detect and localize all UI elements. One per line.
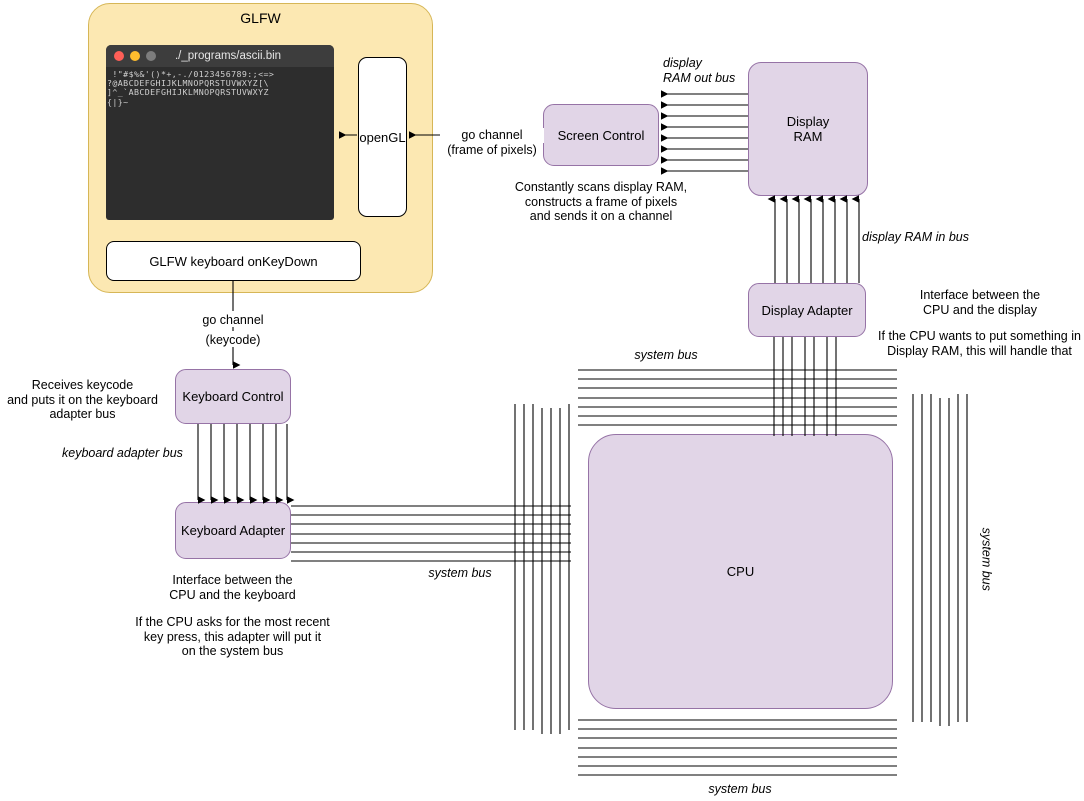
- go-channel-keycode-line2: (keycode): [180, 333, 286, 347]
- go-channel-keycode-line1: go channel: [180, 313, 286, 327]
- display-adapter-note-a: Interface between the CPU and the displa…: [880, 288, 1080, 317]
- display-adapter-note-b: If the CPU wants to put something in Dis…: [875, 329, 1084, 358]
- display-ram-out-bus-line1: display: [663, 56, 702, 70]
- glfw-keyboard-onkeydown-label: GLFW keyboard onKeyDown: [149, 253, 318, 269]
- screen-control-label: Screen Control: [557, 127, 645, 143]
- terminal-output-line: ?@ABCDEFGHIJKLMNOPQRSTUVWXYZ[\: [107, 79, 269, 89]
- keyboard-adapter-note-b-line3: on the system bus: [181, 644, 284, 658]
- maximize-dot[interactable]: [146, 51, 156, 61]
- system-bus-right-label: system bus: [979, 527, 994, 591]
- glfw-title: GLFW: [240, 10, 281, 26]
- minimize-dot[interactable]: [130, 51, 140, 61]
- display-ram-label-line2: RAM: [793, 129, 823, 144]
- display-ram-label-line1: Display: [786, 114, 830, 129]
- display-adapter-label: Display Adapter: [761, 302, 853, 318]
- keyboard-adapter-note-a-line2: CPU and the keyboard: [169, 587, 296, 602]
- keyboard-adapter-note-a: Interface between the CPU and the keyboa…: [145, 573, 320, 602]
- cpu-box: CPU: [588, 434, 893, 709]
- opengl-box: openGL: [358, 57, 407, 217]
- display-ram-label-wrap: Display RAM: [787, 114, 830, 144]
- display-ram-in-bus-label: display RAM in bus: [862, 230, 969, 244]
- display-adapter-note-a-line2: CPU and the display: [923, 302, 1037, 317]
- system-bus-left-label: system bus: [410, 566, 510, 581]
- keyboard-control-note: Receives keycode and puts it on the keyb…: [0, 378, 165, 422]
- display-ram-out-bus-label: display RAM out bus: [663, 56, 783, 85]
- keyboard-adapter-note-b-line2: key press, this adapter will put it: [143, 629, 322, 644]
- display-adapter-note-b-line1: If the CPU wants to put something in: [878, 329, 1081, 343]
- terminal-window[interactable]: ./_programs/ascii.bin !"#$%&'()*+,-./012…: [106, 45, 334, 220]
- keyboard-control-note-line2: and puts it on the keyboard: [7, 392, 158, 407]
- terminal-output-line: !"#$%&'()*+,-./0123456789:;<=>: [107, 70, 275, 79]
- display-ram-out-bus-line2: RAM out bus: [663, 70, 736, 85]
- display-adapter-note-b-line2: Display RAM, this will handle that: [887, 343, 1072, 358]
- opengl-label: openGL: [359, 129, 406, 145]
- keyboard-adapter-box: Keyboard Adapter: [175, 502, 291, 559]
- system-bus-top-label: system bus: [598, 348, 734, 363]
- screen-control-box: Screen Control: [543, 104, 659, 166]
- display-adapter-box: Display Adapter: [748, 283, 866, 337]
- keyboard-control-box: Keyboard Control: [175, 369, 291, 424]
- system-bus-bottom-label: system bus: [708, 782, 772, 796]
- keyboard-adapter-label: Keyboard Adapter: [180, 523, 286, 538]
- cpu-label: CPU: [726, 564, 755, 579]
- terminal-titlebar: ./_programs/ascii.bin: [106, 45, 334, 67]
- terminal-title: ./_programs/ascii.bin: [174, 50, 282, 62]
- keyboard-control-label: Keyboard Control: [182, 389, 284, 404]
- display-adapter-note-a-line1: Interface between the: [919, 288, 1041, 302]
- go-channel-pixels-label: go channel: [440, 128, 544, 143]
- screen-control-note-line2: constructs a frame of pixels: [524, 194, 678, 209]
- terminal-output-line: {|}~: [107, 97, 129, 107]
- screen-control-note: Constantly scans display RAM, constructs…: [481, 180, 721, 224]
- go-channel-pixels-sublabel: (frame of pixels): [434, 143, 550, 158]
- screen-control-note-line3: and sends it on a channel: [529, 209, 673, 223]
- glfw-keyboard-onkeydown-box: GLFW keyboard onKeyDown: [106, 241, 361, 281]
- keyboard-adapter-note-b: If the CPU asks for the most recent key …: [135, 615, 330, 659]
- go-channel-pixels-line2: (frame of pixels): [447, 143, 537, 157]
- screen-control-note-line1: Constantly scans display RAM,: [514, 180, 688, 194]
- keyboard-control-note-line3: adapter bus: [49, 407, 116, 421]
- keyboard-adapter-bus-label: keyboard adapter bus: [62, 446, 183, 460]
- close-dot[interactable]: [114, 51, 124, 61]
- go-channel-pixels-line1: go channel: [461, 128, 523, 142]
- terminal-output-line: ]^_`ABCDEFGHIJKLMNOPQRSTUVWXYZ: [107, 88, 269, 98]
- diagram-canvas: GLFW ./_programs/ascii.bin !"#$%&'()*+,-…: [0, 0, 1084, 801]
- keyboard-adapter-note-a-line1: Interface between the: [172, 573, 293, 587]
- terminal-body: !"#$%&'()*+,-./0123456789:;<=> ?@ABCDEFG…: [106, 67, 334, 107]
- keyboard-adapter-note-b-line1: If the CPU asks for the most recent: [135, 615, 330, 629]
- keyboard-control-note-line1: Receives keycode: [31, 378, 134, 392]
